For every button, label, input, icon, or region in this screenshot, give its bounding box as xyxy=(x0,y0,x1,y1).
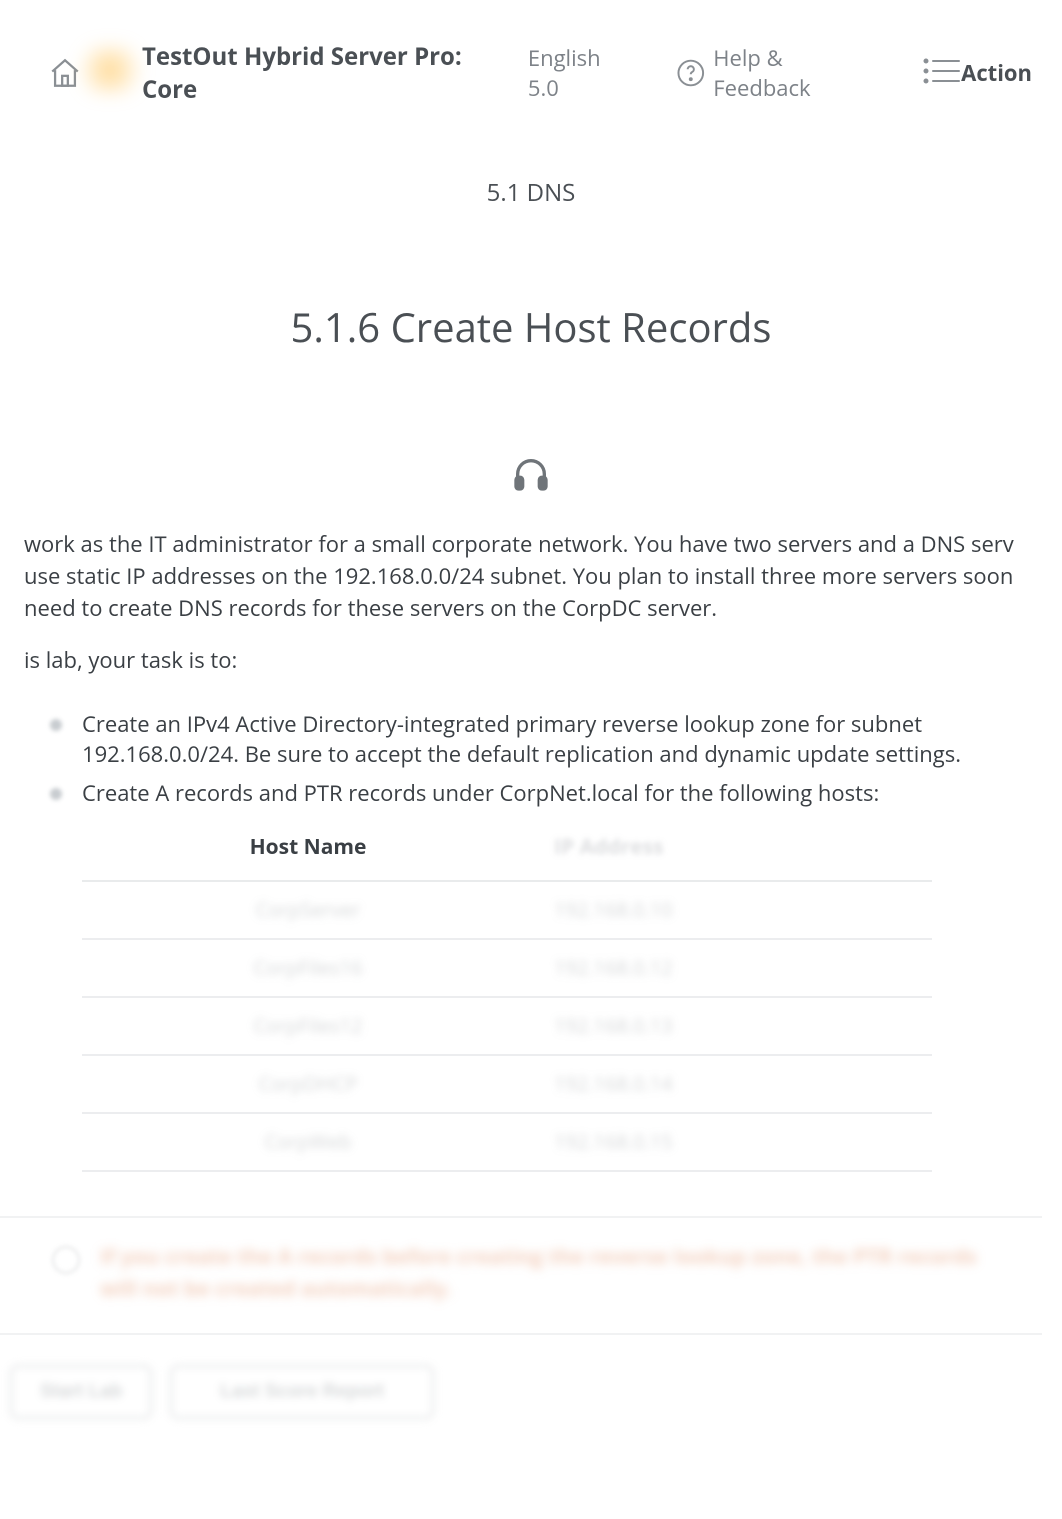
table-header-host: Host Name xyxy=(82,823,534,881)
table-row: CorpFiles12 192.168.0.13 xyxy=(82,997,932,1055)
course-title: TestOut Hybrid Server Pro: Core xyxy=(142,40,518,106)
table-row: CorpWeb 192.168.0.15 xyxy=(82,1113,932,1171)
help-icon xyxy=(676,58,706,88)
table-row: CorpServer 192.168.0.10 xyxy=(82,881,932,939)
task-list: Create an IPv4 Active Directory-integrat… xyxy=(50,705,1062,1177)
headphones-icon[interactable] xyxy=(0,454,1062,499)
app-header: TestOut Hybrid Server Pro: Core English … xyxy=(0,0,1062,116)
cell-ip: 192.168.0.12 xyxy=(534,939,932,997)
info-icon xyxy=(52,1246,80,1274)
cell-ip: 192.168.0.13 xyxy=(534,997,932,1055)
list-item: Create an IPv4 Active Directory-integrat… xyxy=(50,705,1062,775)
list-item-text: Create A records and PTR records under C… xyxy=(82,778,879,808)
list-icon[interactable] xyxy=(923,56,961,91)
intro-text: work as the IT administrator for a small… xyxy=(0,499,1062,625)
table-row: CorpFiles16 192.168.0.12 xyxy=(82,939,932,997)
cell-ip: 192.168.0.10 xyxy=(534,881,932,939)
page-title: 5.1.6 Create Host Records xyxy=(0,299,1062,354)
start-lab-button[interactable]: Start Lab xyxy=(10,1365,152,1419)
cell-host: CorpFiles16 xyxy=(82,939,534,997)
note-text: If you create the A records before creat… xyxy=(100,1242,1002,1305)
table-row: CorpDHCP 192.168.0.14 xyxy=(82,1055,932,1113)
list-item: Create A records and PTR records under C… xyxy=(50,774,1062,1176)
note-box: If you create the A records before creat… xyxy=(0,1216,1042,1335)
home-icon[interactable] xyxy=(48,56,82,90)
cell-host: CorpDHCP xyxy=(82,1055,534,1113)
cell-host: CorpServer xyxy=(82,881,534,939)
section-number: 5.1 DNS xyxy=(0,176,1062,209)
course-version: English 5.0 xyxy=(528,43,636,103)
cell-host: CorpWeb xyxy=(82,1113,534,1171)
task-lead: is lab, your task is to: xyxy=(0,625,1062,675)
button-row: Start Lab Last Score Report xyxy=(10,1365,1062,1419)
action-menu[interactable]: Action xyxy=(961,58,1032,88)
help-feedback-link[interactable]: Help & Feedback xyxy=(676,43,883,103)
help-label: Help & Feedback xyxy=(713,43,883,103)
cell-ip: 192.168.0.14 xyxy=(534,1055,932,1113)
last-score-button[interactable]: Last Score Report xyxy=(170,1365,434,1419)
host-table: Host Name IP Address CorpServer 192.168.… xyxy=(82,823,932,1172)
cell-host: CorpFiles12 xyxy=(82,997,534,1055)
cell-ip: 192.168.0.15 xyxy=(534,1113,932,1171)
table-header-ip: IP Address xyxy=(534,823,932,881)
